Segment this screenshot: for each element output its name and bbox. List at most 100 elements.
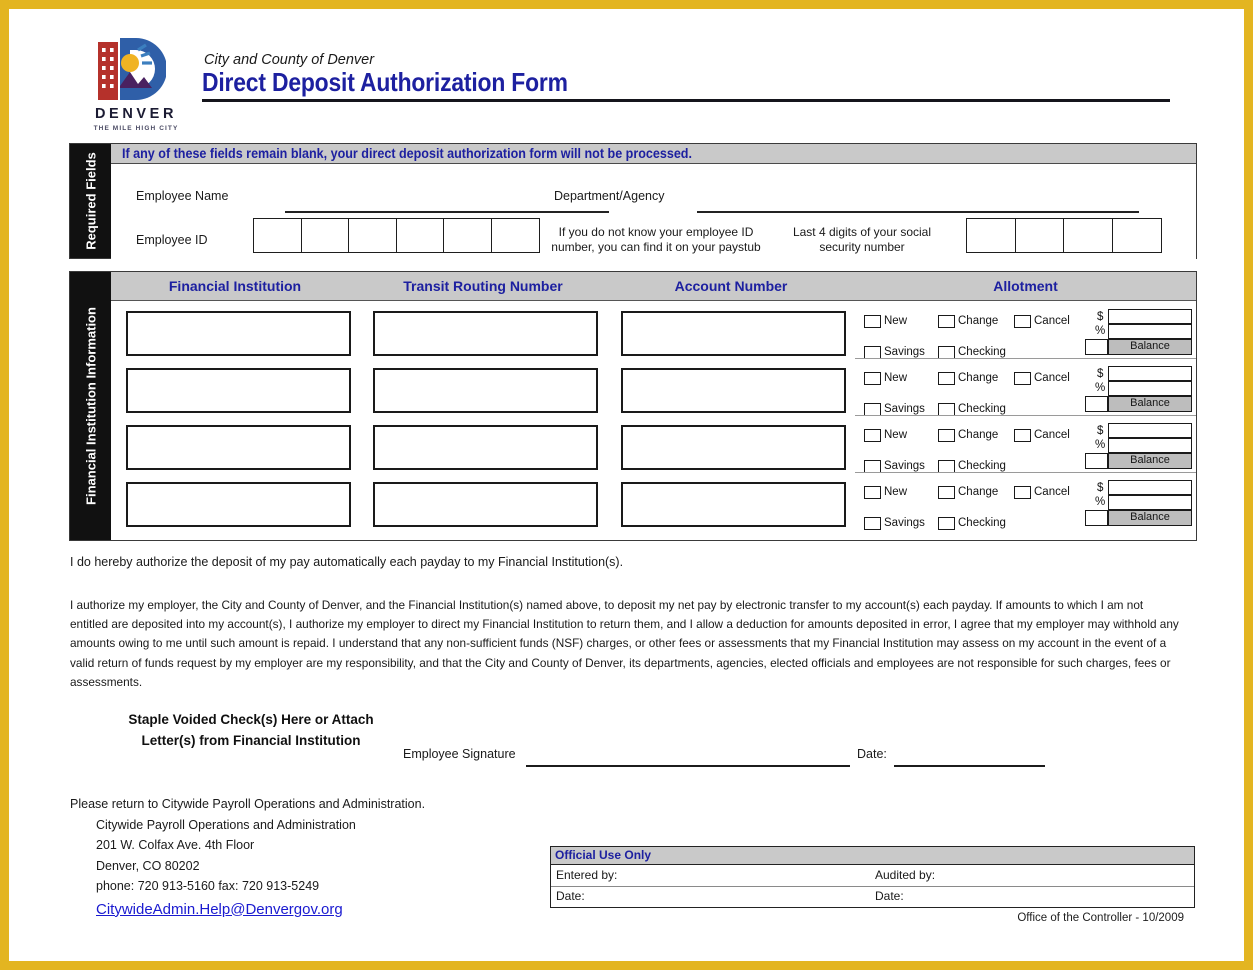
checkbox-new[interactable]: [864, 315, 881, 328]
column-header-allotment: Allotment: [993, 278, 1058, 294]
official-use-only-box: Official Use Only Entered by: Audited by…: [550, 846, 1195, 908]
amount-input[interactable]: [1108, 309, 1192, 324]
ssn-cell[interactable]: [1014, 218, 1065, 253]
official-use-row-date: Date: Date:: [551, 886, 1194, 907]
account-number-input[interactable]: [621, 482, 846, 527]
checkbox-cancel[interactable]: [1014, 372, 1031, 385]
percent-input[interactable]: [1108, 324, 1192, 339]
label-savings: Savings: [884, 460, 925, 472]
balance-label: Balance: [1108, 396, 1192, 412]
ssn-cell[interactable]: [1063, 218, 1113, 253]
checkbox-checking[interactable]: [938, 517, 955, 530]
ssn-cell[interactable]: [1111, 218, 1162, 253]
form-subtitle: City and County of Denver: [204, 52, 375, 68]
title-divider: [202, 99, 1170, 102]
employee-id-cell[interactable]: [348, 218, 397, 253]
checkbox-change[interactable]: [938, 315, 955, 328]
official-use-row-entered: Entered by: Audited by:: [551, 865, 1194, 886]
ssn-cells[interactable]: [966, 218, 1162, 253]
employee-signature-input[interactable]: [526, 765, 850, 767]
employee-id-cell[interactable]: [443, 218, 492, 253]
label-checking: Checking: [958, 346, 1006, 358]
transit-routing-number-input[interactable]: [373, 425, 598, 470]
ssn-cell[interactable]: [966, 218, 1016, 253]
dollar-symbol: $: [1097, 482, 1104, 494]
dollar-symbol: $: [1097, 368, 1104, 380]
signature-date-label: Date:: [857, 747, 887, 761]
checkbox-change[interactable]: [938, 429, 955, 442]
allotment-row-divider: [855, 415, 1196, 416]
financial-institution-tab: Financial Institution Information: [70, 272, 111, 540]
required-fields-tab: Required Fields: [70, 144, 111, 258]
label-change: Change: [958, 372, 999, 384]
employee-id-cell[interactable]: [253, 218, 302, 253]
department-input[interactable]: [697, 211, 1139, 213]
denver-logo-icon: [98, 38, 166, 100]
official-use-title: Official Use Only: [555, 848, 652, 862]
employee-name-input[interactable]: [285, 211, 609, 213]
label-savings: Savings: [884, 517, 925, 529]
account-number-input[interactable]: [621, 368, 846, 413]
checkbox-balance[interactable]: [1085, 453, 1108, 469]
checkbox-balance[interactable]: [1085, 510, 1108, 526]
financial-institution-input[interactable]: [126, 368, 351, 413]
checkbox-savings[interactable]: [864, 517, 881, 530]
form-sheet: DENVER THE MILE HIGH CITY City and Count…: [14, 12, 1242, 959]
employee-id-cell[interactable]: [395, 218, 445, 253]
financial-institution-input[interactable]: [126, 311, 351, 356]
allotment-row-divider: [855, 472, 1196, 473]
employee-id-cell[interactable]: [490, 218, 540, 253]
percent-symbol: %: [1095, 382, 1106, 394]
checkbox-new[interactable]: [864, 429, 881, 442]
checkbox-cancel[interactable]: [1014, 486, 1031, 499]
required-fields-tab-label: Required Fields: [83, 152, 98, 250]
amount-input[interactable]: [1108, 423, 1192, 438]
financial-institution-input[interactable]: [126, 425, 351, 470]
checkbox-balance[interactable]: [1085, 339, 1108, 355]
amount-input[interactable]: [1108, 480, 1192, 495]
label-new: New: [884, 429, 908, 441]
footer-note: Office of the Controller - 10/2009: [1017, 912, 1184, 924]
percent-input[interactable]: [1108, 438, 1192, 453]
label-change: Change: [958, 315, 999, 327]
dollar-symbol: $: [1097, 425, 1104, 437]
label-new: New: [884, 486, 908, 498]
checkbox-cancel[interactable]: [1014, 315, 1031, 328]
column-header-transit-routing-number: Transit Routing Number: [403, 278, 563, 294]
checkbox-new[interactable]: [864, 486, 881, 499]
transit-routing-number-input[interactable]: [373, 368, 598, 413]
checkbox-new[interactable]: [864, 372, 881, 385]
amount-input[interactable]: [1108, 366, 1192, 381]
transit-routing-number-input[interactable]: [373, 482, 598, 527]
entered-date-label: Date:: [556, 889, 585, 903]
entered-by-label: Entered by:: [556, 868, 618, 882]
employee-id-cell[interactable]: [300, 218, 350, 253]
checkbox-cancel[interactable]: [1014, 429, 1031, 442]
percent-input[interactable]: [1108, 381, 1192, 396]
label-checking: Checking: [958, 460, 1006, 472]
dollar-symbol: $: [1097, 311, 1104, 323]
label-cancel: Cancel: [1034, 315, 1070, 327]
column-header-account-number: Account Number: [674, 278, 788, 294]
authorization-statement: I do hereby authorize the deposit of my …: [70, 555, 624, 569]
department-label: Department/Agency: [554, 189, 665, 203]
label-change: Change: [958, 486, 999, 498]
percent-symbol: %: [1095, 439, 1106, 451]
employee-id-cells[interactable]: [253, 218, 540, 253]
checkbox-change[interactable]: [938, 486, 955, 499]
allotment-row-divider: [855, 358, 1196, 359]
label-checking: Checking: [958, 517, 1006, 529]
balance-label: Balance: [1108, 339, 1192, 355]
signature-date-input[interactable]: [894, 765, 1045, 767]
account-number-input[interactable]: [621, 311, 846, 356]
checkbox-balance[interactable]: [1085, 396, 1108, 412]
percent-input[interactable]: [1108, 495, 1192, 510]
percent-symbol: %: [1095, 325, 1106, 337]
transit-routing-number-input[interactable]: [373, 311, 598, 356]
checkbox-change[interactable]: [938, 372, 955, 385]
staple-instructions-line1: Staple Voided Check(s) Here or Attach: [128, 712, 374, 727]
employee-signature-label: Employee Signature: [403, 747, 516, 761]
financial-institution-input[interactable]: [126, 482, 351, 527]
account-number-input[interactable]: [621, 425, 846, 470]
audited-date-label: Date:: [875, 889, 904, 903]
